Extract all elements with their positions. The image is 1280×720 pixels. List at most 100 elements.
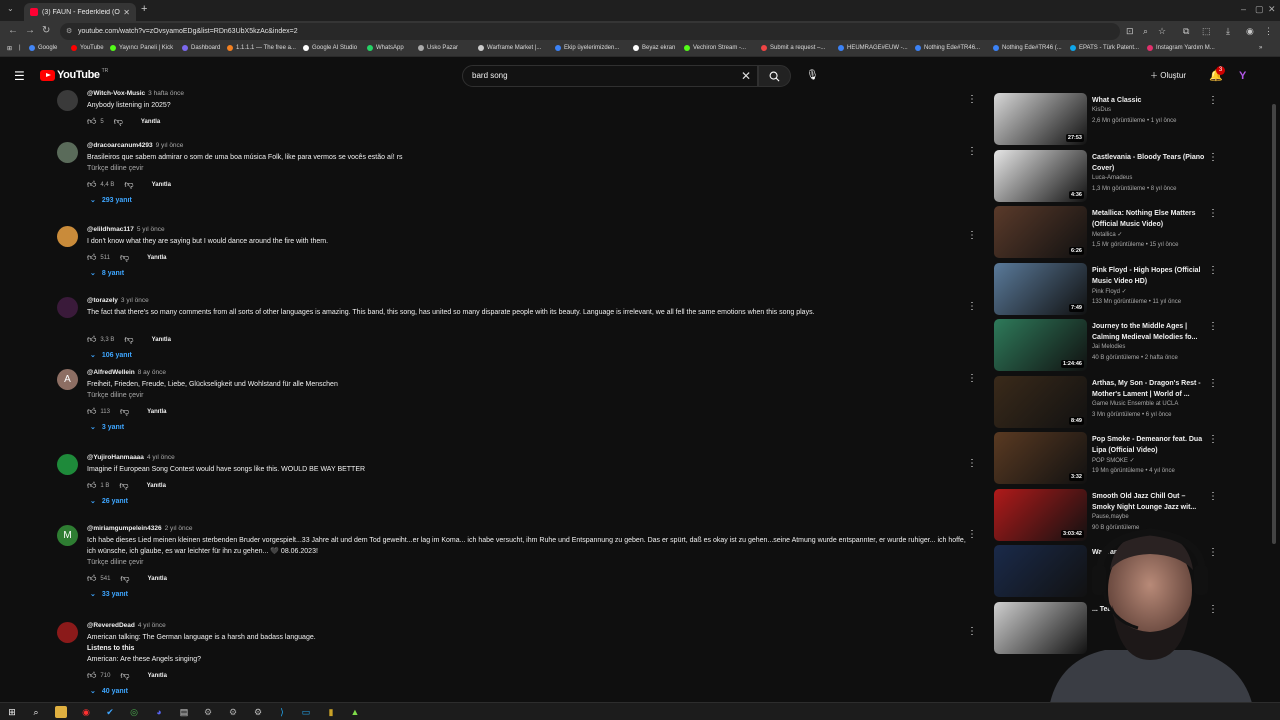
extensions-icon[interactable]: ⧉	[1183, 26, 1189, 37]
comment-time[interactable]: 4 yıl önce	[138, 622, 166, 629]
youtube-logo[interactable]: YouTube TR	[40, 68, 108, 81]
search-button[interactable]	[758, 65, 791, 87]
video-thumbnail[interactable]: 3:32	[994, 432, 1087, 484]
app-icon-green[interactable]: ▲	[349, 706, 361, 718]
bookmark-item[interactable]: Vechiron Stream -...	[684, 45, 746, 51]
channel-name[interactable]: Luca-Amadeus	[1092, 175, 1132, 181]
reply-button[interactable]: Yanıtla	[147, 483, 166, 489]
video-menu-icon[interactable]: ⋮	[1208, 208, 1218, 219]
video-title[interactable]: Metallica: Nothing Else Matters (Officia…	[1092, 208, 1206, 230]
new-tab-button[interactable]: +	[141, 3, 147, 15]
view-replies-button[interactable]: ⌄ 293 yanıt	[90, 196, 132, 204]
menu-icon[interactable]: ⋮	[1264, 26, 1273, 37]
comment-menu-icon[interactable]: ⋮	[967, 373, 977, 384]
comment-avatar[interactable]	[57, 622, 78, 643]
dislike-icon[interactable]: 👎︎	[120, 406, 129, 417]
channel-name[interactable]: Jai Melodies	[1092, 344, 1125, 350]
site-info-icon[interactable]: ⚙	[66, 23, 72, 40]
video-menu-icon[interactable]: ⋮	[1208, 152, 1218, 163]
discord-icon[interactable]: ◕	[153, 706, 165, 718]
url-bar[interactable]: ⚙ youtube.com/watch?v=zOvsyamoEDg&list=R…	[60, 23, 1120, 40]
download-icon[interactable]: ⤓	[1226, 26, 1230, 37]
create-button[interactable]: ＋ Oluştur	[1150, 70, 1186, 81]
zoom-icon[interactable]: ⌕	[1143, 26, 1148, 37]
bookmark-item[interactable]: Warframe Market |...	[478, 45, 541, 51]
forward-icon[interactable]: →	[25, 25, 35, 36]
video-title[interactable]: Journey to the Middle Ages | Calming Med…	[1092, 321, 1206, 343]
comment-author[interactable]: @miriamgumpelein4326	[87, 525, 162, 532]
bookmark-item[interactable]: Nothing Ede#TR46 (...	[993, 45, 1062, 51]
app-icon-monitor[interactable]: ▭	[300, 706, 312, 718]
video-title[interactable]: What a Classic	[1092, 95, 1206, 106]
clear-search-icon[interactable]: ✕	[741, 69, 751, 83]
video-thumbnail[interactable]: 27:53	[994, 93, 1087, 145]
comment-avatar[interactable]	[57, 297, 78, 318]
bookmark-item[interactable]: Ekip üyelerimizden...	[555, 45, 619, 51]
related-video[interactable]: 3:32 Pop Smoke - Demeanor feat. Dua Lipa …	[994, 432, 1224, 486]
tab-search-icon[interactable]: ⌄	[7, 4, 14, 13]
chrome-icon[interactable]: ◎	[128, 706, 140, 718]
settings-icon[interactable]: ⚙	[227, 706, 239, 718]
comment-time[interactable]: 8 ay önce	[138, 369, 166, 376]
like-icon[interactable]: 👍︎	[87, 670, 96, 681]
view-replies-button[interactable]: ⌄ 40 yanıt	[90, 687, 128, 695]
bookmark-item[interactable]: Submit a request –...	[761, 45, 825, 51]
apps-icon[interactable]: ⊞	[7, 45, 12, 52]
page-scrollbar[interactable]	[1271, 94, 1277, 702]
translate-link[interactable]: Türkçe diline çevir	[87, 559, 143, 566]
related-video[interactable]: 6:26 Metallica: Nothing Else Matters (Off…	[994, 206, 1224, 260]
account-avatar[interactable]: Y	[1239, 70, 1253, 82]
video-menu-icon[interactable]: ⋮	[1208, 95, 1218, 106]
start-menu-icon[interactable]: ⊞	[6, 706, 18, 718]
like-icon[interactable]: 👍︎	[87, 252, 96, 263]
dislike-icon[interactable]: 👎︎	[120, 670, 129, 681]
close-tab-icon[interactable]: ✕	[123, 8, 130, 17]
search-input[interactable]: bard song ✕	[462, 65, 758, 87]
reply-button[interactable]: Yanıtla	[147, 255, 166, 261]
video-thumbnail[interactable]: 4:36	[994, 149, 1087, 202]
maximize-icon[interactable]: ▢	[1255, 4, 1264, 15]
video-menu-icon[interactable]: ⋮	[1208, 321, 1218, 332]
comment-avatar[interactable]	[57, 454, 78, 475]
reply-button[interactable]: Yanıtla	[141, 119, 160, 125]
comment-time[interactable]: 3 hafta önce	[148, 90, 184, 97]
comment-time[interactable]: 3 yıl önce	[121, 297, 149, 304]
like-icon[interactable]: 👍︎	[87, 334, 96, 345]
bookmark-item[interactable]: Nothing Ede#TR46...	[915, 45, 980, 51]
bookmark-item[interactable]: Dashboard	[182, 45, 220, 51]
video-thumbnail[interactable]: 6:26	[994, 206, 1087, 258]
video-title[interactable]: Pink Floyd - High Hopes (Official Music …	[1092, 265, 1206, 287]
comment-time[interactable]: 9 yıl önce	[156, 142, 184, 149]
comment-author[interactable]: @AlfredWellein	[87, 369, 135, 376]
close-window-icon[interactable]: ✕	[1268, 4, 1276, 15]
comment-time[interactable]: 5 yıl önce	[137, 226, 165, 233]
like-icon[interactable]: 👍︎	[87, 480, 96, 491]
app-icon-blue[interactable]: ✔	[104, 706, 116, 718]
comment-author[interactable]: @elildhmac117	[87, 226, 134, 233]
share-icon[interactable]: ⬚	[1202, 26, 1211, 37]
translate-link[interactable]: Türkçe diline çevir	[87, 392, 143, 399]
reply-button[interactable]: Yanıtla	[148, 673, 167, 679]
back-icon[interactable]: ←	[8, 25, 18, 36]
app-icon-red[interactable]: ◉	[80, 706, 92, 718]
channel-name[interactable]: Pink Floyd ✓	[1092, 288, 1127, 295]
comment-menu-icon[interactable]: ⋮	[967, 146, 977, 157]
dislike-icon[interactable]: 👎︎	[124, 334, 133, 345]
bookmark-item[interactable]: Google	[29, 45, 57, 51]
translate-link[interactable]: Türkçe diline çevir	[87, 165, 143, 172]
like-icon[interactable]: 👍︎	[87, 406, 96, 417]
app-icon-steam[interactable]: ⚙	[252, 706, 264, 718]
file-explorer-icon[interactable]	[55, 706, 67, 718]
video-thumbnail[interactable]: 8:49	[994, 375, 1087, 428]
reply-button[interactable]: Yanıtla	[152, 182, 171, 188]
view-replies-button[interactable]: ⌄ 8 yanıt	[90, 269, 124, 277]
reload-icon[interactable]: ↻	[42, 25, 50, 36]
channel-name[interactable]: Metallica ✓	[1092, 231, 1122, 238]
comment-menu-icon[interactable]: ⋮	[967, 94, 977, 105]
minimize-icon[interactable]: –	[1241, 4, 1246, 14]
comment-menu-icon[interactable]: ⋮	[967, 301, 977, 312]
comment-avatar[interactable]	[57, 226, 78, 247]
bookmark-item[interactable]: Yayıncı Paneli | Kick	[110, 45, 173, 51]
app-icon-grey[interactable]: ⚙	[202, 706, 214, 718]
video-title[interactable]: Pop Smoke - Demeanor feat. Dua Lipa (Off…	[1092, 434, 1206, 456]
